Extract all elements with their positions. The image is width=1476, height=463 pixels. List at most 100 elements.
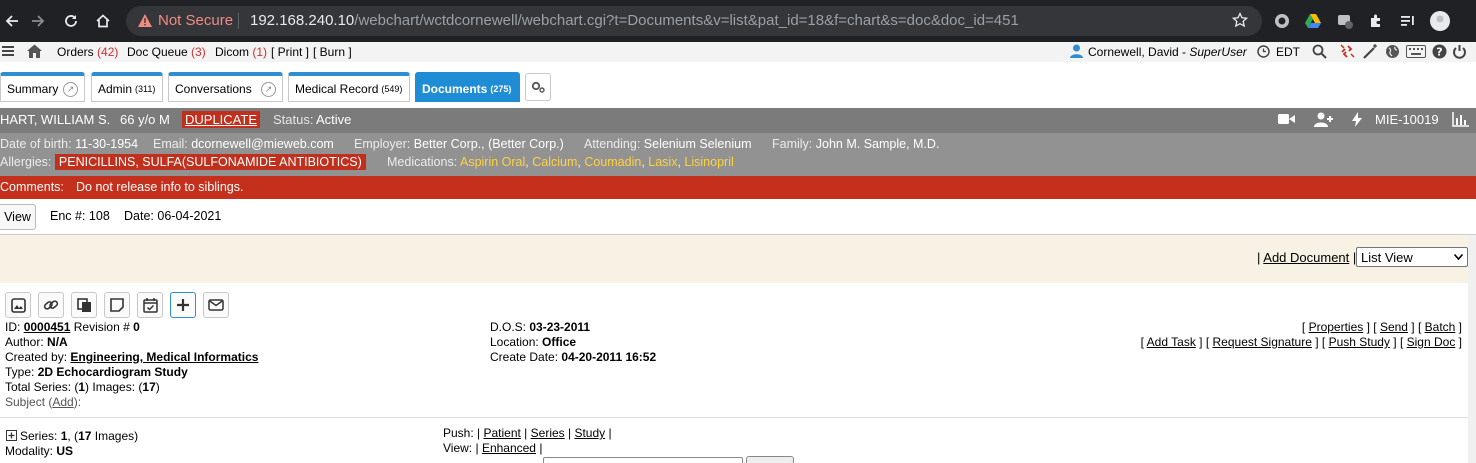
modality-value: US	[56, 444, 74, 458]
medication-item[interactable]: Lisinopril	[684, 155, 733, 169]
copy-button[interactable]	[71, 292, 97, 318]
enhanced-view-link[interactable]: Enhanced	[482, 441, 536, 455]
family: Family: John M. Sample, M.D.	[772, 137, 939, 151]
expand-series-icon[interactable]	[6, 430, 17, 441]
power-icon[interactable]	[1452, 44, 1467, 59]
link-icon	[43, 300, 59, 310]
duplicate-badge[interactable]: DUPLICATE	[182, 111, 260, 128]
open-arrow-icon[interactable]: ↗	[63, 82, 78, 97]
current-user[interactable]: Cornewell, David - SuperUser	[1088, 45, 1247, 59]
search-icon[interactable]	[1312, 44, 1327, 59]
chevron-down-icon	[1454, 254, 1463, 260]
add-task-link[interactable]: Add Task	[1147, 335, 1196, 349]
patient-name: HART, WILLIAM S.	[0, 112, 111, 127]
bar-chart-icon[interactable]	[1452, 112, 1469, 127]
enc-value: 108	[88, 209, 110, 223]
image-button[interactable]	[5, 292, 31, 318]
view-select[interactable]: List View	[1356, 247, 1468, 267]
push-study-link[interactable]: Push Study	[1329, 335, 1390, 349]
print-link[interactable]: [ Print ]	[271, 45, 309, 59]
app-menu-bar: Orders (42) Doc Queue (3) Dicom (1) [ Pr…	[0, 42, 1476, 62]
tab-conversations[interactable]: Conversations ↗	[168, 72, 283, 102]
security-indicator[interactable]: Not Secure	[138, 12, 233, 29]
push-series-link[interactable]: Series	[531, 426, 565, 440]
link-button[interactable]	[38, 292, 64, 318]
media-queue-icon[interactable]	[1398, 11, 1418, 31]
send-link[interactable]: Send	[1380, 320, 1408, 334]
unlink-icon[interactable]	[1339, 43, 1356, 60]
tab-documents[interactable]: Documents (275)	[415, 72, 520, 102]
address-bar[interactable]: Not Secure 192.168.240.10/webchart/wctdc…	[126, 6, 1262, 36]
push-study-link[interactable]: Study	[574, 426, 605, 440]
document-dos: D.O.S: 03-23-2011	[490, 320, 590, 334]
extension-record-icon[interactable]	[1272, 11, 1292, 31]
medications-label: Medications:	[387, 155, 458, 169]
burn-link[interactable]: [ Burn ]	[313, 45, 352, 59]
back-icon[interactable]	[0, 9, 24, 33]
help-icon[interactable]: ?	[1432, 44, 1447, 59]
tab-medical-record[interactable]: Medical Record (549)	[288, 72, 410, 102]
properties-link[interactable]: Properties	[1309, 320, 1364, 334]
add-user-icon[interactable]	[1314, 112, 1333, 127]
user-role: SuperUser	[1189, 45, 1247, 59]
doc-queue-link[interactable]: Doc Queue (3)	[127, 45, 206, 59]
created-by-link[interactable]: Engineering, Medical Informatics	[70, 350, 258, 364]
forward-icon[interactable]	[26, 9, 50, 33]
subject-add-link[interactable]: Add	[52, 395, 73, 409]
view-select-value: List View	[1361, 249, 1413, 265]
lightning-icon[interactable]	[1352, 112, 1362, 127]
doc-queue-count: (3)	[191, 45, 206, 59]
add-document-link[interactable]: Add Document	[1263, 250, 1349, 265]
modality-label: Modality:	[5, 444, 54, 458]
push-patient-link[interactable]: Patient	[483, 426, 520, 440]
globe-icon[interactable]	[1385, 44, 1400, 59]
google-drive-icon[interactable]	[1303, 11, 1323, 31]
calendar-check-button[interactable]	[137, 292, 163, 318]
tab-admin[interactable]: Admin (311)	[91, 72, 163, 102]
medication-item[interactable]: Lasix	[648, 155, 677, 169]
bookmark-star-icon[interactable]	[1232, 12, 1248, 28]
document-location: Location: Office	[490, 335, 576, 349]
medication-item[interactable]: Coumadin	[584, 155, 641, 169]
magic-wand-icon[interactable]	[1363, 44, 1379, 59]
orders-link[interactable]: Orders (42)	[57, 45, 118, 59]
email-button[interactable]	[203, 292, 229, 318]
add-button[interactable]	[170, 292, 196, 318]
home-icon[interactable]	[91, 9, 115, 33]
dicom-link[interactable]: Dicom (1)	[215, 45, 267, 59]
open-arrow-icon[interactable]: ↗	[261, 82, 276, 97]
tab-summary[interactable]: Summary ↗	[0, 72, 85, 102]
total-series-label: Total Series: (	[5, 380, 79, 394]
extensions-puzzle-icon[interactable]	[1366, 11, 1386, 31]
extension-badge-icon[interactable]	[1335, 11, 1355, 31]
video-icon[interactable]	[1278, 113, 1295, 125]
document-list-header	[0, 235, 1476, 283]
profile-avatar-icon[interactable]	[1430, 11, 1450, 31]
request-signature-link[interactable]: Request Signature	[1213, 335, 1312, 349]
tab-documents-count: (275)	[490, 83, 512, 94]
patient-header: HART, WILLIAM S. 66 y/o M DUPLICATE Stat…	[0, 108, 1476, 133]
hamburger-menu-icon[interactable]	[2, 45, 14, 57]
document-id-link[interactable]: 0000451	[24, 320, 71, 334]
note-button[interactable]	[104, 292, 130, 318]
partial-button[interactable]	[746, 456, 794, 463]
tab-settings-button[interactable]	[525, 73, 551, 101]
medication-item[interactable]: Calcium	[532, 155, 577, 169]
dos-label: D.O.S:	[490, 320, 527, 334]
home-nav-icon[interactable]	[27, 44, 42, 58]
page-scrollbar[interactable]	[1468, 235, 1476, 463]
view-button[interactable]: View	[0, 204, 36, 230]
batch-link[interactable]: Batch	[1425, 320, 1456, 334]
partial-select[interactable]	[543, 457, 743, 463]
status-label: Status:	[273, 112, 314, 127]
date-label: Date:	[124, 209, 154, 223]
email-value[interactable]: dcornewell@mieweb.com	[191, 137, 334, 151]
svg-text:?: ?	[1436, 46, 1442, 59]
medication-item[interactable]: Aspirin Oral	[460, 155, 525, 169]
url-text[interactable]: 192.168.240.10/webchart/wctdcornewell/we…	[250, 12, 1019, 29]
sign-doc-link[interactable]: Sign Doc	[1407, 335, 1456, 349]
document-author: Author: N/A	[5, 335, 68, 349]
tab-summary-label: Summary	[7, 81, 59, 96]
keyboard-icon[interactable]	[1406, 45, 1426, 58]
reload-icon[interactable]	[59, 9, 83, 33]
